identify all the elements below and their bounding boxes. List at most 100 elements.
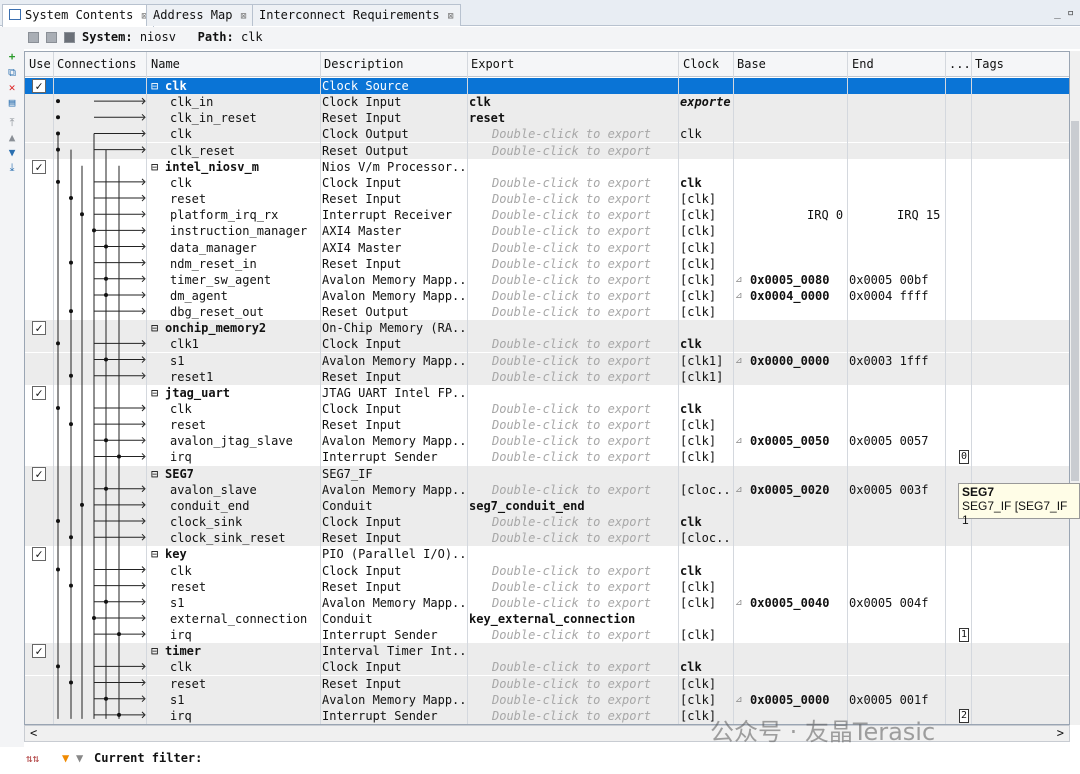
interface-row[interactable]: external_connection Conduit key_external_c… bbox=[25, 610, 1069, 627]
interface-row[interactable]: avalon_jtag_slave Avalon Memory Mapp... Do… bbox=[25, 433, 1069, 450]
interface-row[interactable]: clk Clock Input Double-click to export clk bbox=[25, 401, 1069, 417]
base-address-cell[interactable]: 0x0005_0020 bbox=[750, 482, 846, 498]
export-cell[interactable]: Double-click to export bbox=[492, 433, 700, 449]
export-cell[interactable]: Double-click to export bbox=[492, 530, 700, 546]
irq-number[interactable]: 1 bbox=[959, 628, 969, 643]
clock-cell[interactable]: [clk] bbox=[680, 223, 732, 239]
move-bottom-icon[interactable]: ⤓ bbox=[6, 162, 18, 174]
interface-row[interactable]: s1 Avalon Memory Mapp... Double-click to e… bbox=[25, 352, 1069, 369]
hierarchy-icon[interactable] bbox=[64, 32, 75, 43]
export-cell[interactable]: Double-click to export bbox=[492, 175, 700, 191]
interface-row[interactable]: platform_irq_rx Interrupt Receiver Double-… bbox=[25, 207, 1069, 224]
clock-cell[interactable]: [clk] bbox=[680, 692, 732, 708]
module-row[interactable]: ✓ ⊟ key PIO (Parallel I/O)... bbox=[25, 546, 1069, 563]
clock-cell[interactable]: [clk1] bbox=[680, 353, 732, 369]
module-row[interactable]: ✓ ⊟ intel_niosv_m Nios V/m Processor... bbox=[25, 158, 1069, 175]
col-export[interactable]: Export bbox=[471, 57, 514, 71]
clock-cell[interactable]: [clk] bbox=[680, 272, 732, 288]
scroll-left-icon[interactable]: < bbox=[30, 726, 37, 740]
interface-row[interactable]: conduit_end Conduit seg7_conduit_end bbox=[25, 497, 1069, 514]
filter-settings-icon[interactable]: ⇅⇅ bbox=[26, 752, 39, 765]
module-row[interactable]: ✓ ⊟ jtag_uart JTAG UART Intel FP... bbox=[25, 384, 1069, 401]
interface-row[interactable]: irq Interrupt Sender Double-click to expor… bbox=[25, 627, 1069, 644]
export-cell[interactable]: Double-click to export bbox=[492, 288, 700, 304]
connections-graph[interactable] bbox=[24, 51, 146, 725]
export-cell[interactable]: Double-click to export bbox=[492, 126, 700, 142]
export-cell[interactable]: Double-click to export bbox=[492, 223, 700, 239]
clock-cell[interactable]: [clk] bbox=[680, 304, 732, 320]
interface-row[interactable]: reset1 Reset Input Double-click to export[… bbox=[25, 368, 1069, 385]
interface-row[interactable]: ndm_reset_in Reset Input Double-click to e… bbox=[25, 255, 1069, 272]
address-lock-icon[interactable]: ⊿ bbox=[735, 595, 743, 611]
clock-cell[interactable]: clk bbox=[680, 126, 732, 142]
clock-cell[interactable]: [clk] bbox=[680, 433, 732, 449]
tab-system-contents[interactable]: System Contents ⊠ bbox=[2, 4, 155, 27]
col-base[interactable]: Base bbox=[737, 57, 766, 71]
address-lock-icon[interactable]: ⊿ bbox=[735, 433, 743, 449]
col-tags[interactable]: Tags bbox=[975, 57, 1004, 71]
filter-icon[interactable]: ▼ bbox=[62, 751, 69, 765]
window-controls[interactable]: _ ▫ bbox=[1054, 6, 1074, 19]
interface-row[interactable]: reset Reset Input Double-click to export [c… bbox=[25, 417, 1069, 434]
export-cell[interactable]: clk bbox=[469, 94, 677, 110]
clock-cell[interactable]: [clk] bbox=[680, 288, 732, 304]
export-cell[interactable]: Double-click to export bbox=[492, 579, 700, 595]
base-address-cell[interactable]: IRQ 0 bbox=[807, 207, 903, 223]
interface-row[interactable]: dm_agent Avalon Memory Mapp... Double-clic… bbox=[25, 287, 1069, 304]
move-down-icon[interactable]: ▼ bbox=[6, 147, 18, 159]
export-cell[interactable]: Double-click to export bbox=[492, 595, 700, 611]
clock-cell[interactable]: [clk1] bbox=[680, 369, 732, 385]
scroll-right-icon[interactable]: > bbox=[1057, 726, 1064, 740]
interface-row[interactable]: timer_sw_agent Avalon Memory Mapp... Doubl… bbox=[25, 271, 1069, 288]
export-cell[interactable]: Double-click to export bbox=[492, 336, 700, 352]
interface-row[interactable]: s1 Avalon Memory Mapp... Double-click to e… bbox=[25, 691, 1069, 708]
collapse-icon[interactable]: ⊟ bbox=[151, 643, 158, 659]
collapse-icon[interactable]: ⊟ bbox=[151, 466, 158, 482]
interface-row[interactable]: clock_sink_reset Reset Input Double-click … bbox=[25, 530, 1069, 547]
interface-row[interactable]: reset Reset Input Double-click to export [c… bbox=[25, 191, 1069, 208]
move-up-icon[interactable]: ▲ bbox=[6, 132, 18, 144]
interface-row[interactable]: clock_sink Clock Input Double-click to exp… bbox=[25, 514, 1069, 531]
clock-cell[interactable]: clk bbox=[680, 659, 732, 675]
module-row[interactable]: ✓ ⊟ clk Clock Source bbox=[25, 78, 1069, 94]
export-cell[interactable]: Double-click to export bbox=[492, 659, 700, 675]
export-cell[interactable]: reset bbox=[469, 110, 677, 126]
export-cell[interactable]: Double-click to export bbox=[492, 401, 700, 417]
module-row[interactable]: ✓ ⊟ onchip_memory2 On-Chip Memory (RA... bbox=[25, 320, 1069, 337]
clock-cell[interactable]: [clk] bbox=[680, 595, 732, 611]
interface-row[interactable]: reset Reset Input Double-click to export [c… bbox=[25, 578, 1069, 595]
vertical-scrollbar[interactable] bbox=[1070, 51, 1080, 725]
tab-address-map[interactable]: Address Map ⊠ bbox=[146, 4, 254, 26]
export-cell[interactable]: key_external_connection bbox=[469, 611, 677, 627]
clock-cell[interactable]: [clk] bbox=[680, 256, 732, 272]
address-lock-icon[interactable]: ⊿ bbox=[735, 272, 743, 288]
export-cell[interactable]: Double-click to export bbox=[492, 304, 700, 320]
edit-icon[interactable]: ▤ bbox=[6, 97, 18, 109]
interface-row[interactable]: clk1 Clock Input Double-click to export clk bbox=[25, 336, 1069, 353]
duplicate-icon[interactable]: ⧉ bbox=[6, 67, 18, 79]
module-row[interactable]: ✓ ⊟ timer Interval Timer Int... bbox=[25, 643, 1069, 660]
nav-back-icon[interactable] bbox=[28, 32, 39, 43]
interface-row[interactable]: reset Reset Input Double-click to export [c… bbox=[25, 675, 1069, 692]
clock-cell[interactable]: clk bbox=[680, 401, 732, 417]
clock-cell[interactable]: [cloc... bbox=[680, 530, 732, 546]
close-tab-icon[interactable]: ⊠ bbox=[448, 11, 454, 22]
collapse-icon[interactable]: ⊟ bbox=[151, 385, 158, 401]
export-cell[interactable]: Double-click to export bbox=[492, 627, 700, 643]
clock-cell[interactable]: clk bbox=[680, 336, 732, 352]
base-address-cell[interactable]: 0x0005_0080 bbox=[750, 272, 846, 288]
clock-cell[interactable]: [clk] bbox=[680, 676, 732, 692]
interface-row[interactable]: clk Clock Input Double-click to export clk bbox=[25, 174, 1069, 191]
clock-cell[interactable]: [clk] bbox=[680, 207, 732, 223]
clock-cell[interactable]: [clk] bbox=[680, 449, 732, 465]
export-cell[interactable]: Double-click to export bbox=[492, 143, 700, 159]
base-address-cell[interactable]: 0x0005_0000 bbox=[750, 692, 846, 708]
interface-row[interactable]: clk Clock Output Double-click to export clk bbox=[25, 126, 1069, 143]
base-address-cell[interactable]: 0x0004_0000 bbox=[750, 288, 846, 304]
interface-row[interactable]: avalon_slave Avalon Memory Mapp... Double-… bbox=[25, 481, 1069, 498]
add-icon[interactable]: + bbox=[6, 51, 18, 63]
clock-cell[interactable]: clk bbox=[680, 563, 732, 579]
base-address-cell[interactable]: 0x0005_0040 bbox=[750, 595, 846, 611]
export-cell[interactable]: Double-click to export bbox=[492, 692, 700, 708]
export-cell[interactable]: Double-click to export bbox=[492, 676, 700, 692]
